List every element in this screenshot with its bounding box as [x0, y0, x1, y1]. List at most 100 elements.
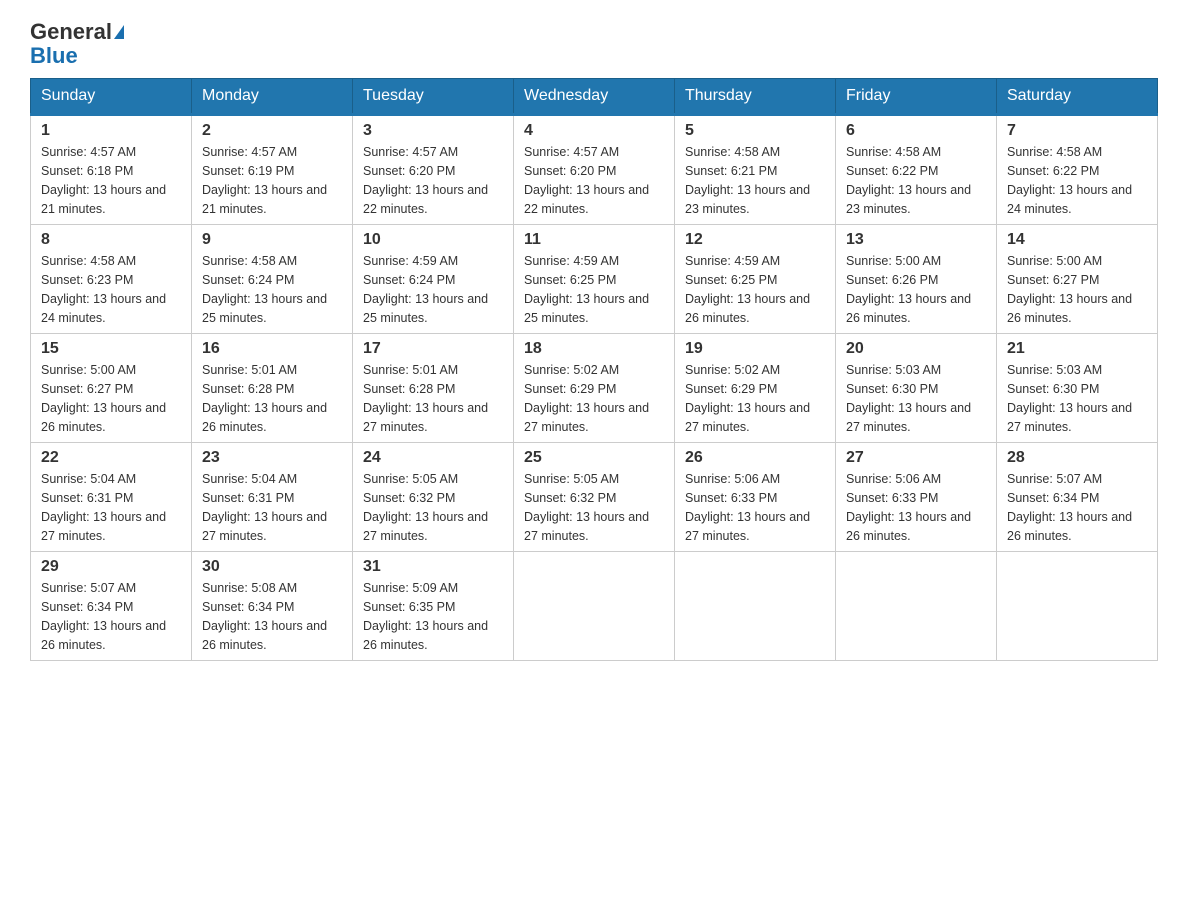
day-number: 24 [363, 449, 503, 467]
calendar-cell [836, 552, 997, 661]
day-number: 10 [363, 231, 503, 249]
day-info: Sunrise: 5:04 AMSunset: 6:31 PMDaylight:… [41, 472, 166, 542]
day-info: Sunrise: 5:00 AMSunset: 6:27 PMDaylight:… [1007, 254, 1132, 324]
day-info: Sunrise: 5:09 AMSunset: 6:35 PMDaylight:… [363, 581, 488, 651]
day-info: Sunrise: 5:04 AMSunset: 6:31 PMDaylight:… [202, 472, 327, 542]
calendar-cell [514, 552, 675, 661]
day-number: 31 [363, 558, 503, 576]
weekday-header-row: SundayMondayTuesdayWednesdayThursdayFrid… [31, 79, 1158, 115]
day-info: Sunrise: 5:03 AMSunset: 6:30 PMDaylight:… [846, 363, 971, 433]
day-number: 25 [524, 449, 664, 467]
calendar-table: SundayMondayTuesdayWednesdayThursdayFrid… [30, 78, 1158, 661]
day-number: 11 [524, 231, 664, 249]
day-info: Sunrise: 5:00 AMSunset: 6:27 PMDaylight:… [41, 363, 166, 433]
logo-blue-text: Blue [30, 43, 78, 68]
calendar-cell: 22 Sunrise: 5:04 AMSunset: 6:31 PMDayligh… [31, 443, 192, 552]
calendar-cell: 2 Sunrise: 4:57 AMSunset: 6:19 PMDaylight… [192, 115, 353, 225]
weekday-header-monday: Monday [192, 79, 353, 115]
day-info: Sunrise: 4:57 AMSunset: 6:20 PMDaylight:… [524, 145, 649, 215]
day-info: Sunrise: 4:58 AMSunset: 6:23 PMDaylight:… [41, 254, 166, 324]
day-number: 29 [41, 558, 181, 576]
calendar-week-row: 1Sunrise: 4:57 AMSunset: 6:18 PMDaylight… [31, 115, 1158, 225]
day-number: 12 [685, 231, 825, 249]
calendar-cell: 23 Sunrise: 5:04 AMSunset: 6:31 PMDayligh… [192, 443, 353, 552]
day-info: Sunrise: 5:08 AMSunset: 6:34 PMDaylight:… [202, 581, 327, 651]
calendar-cell: 29 Sunrise: 5:07 AMSunset: 6:34 PMDayligh… [31, 552, 192, 661]
day-info: Sunrise: 5:02 AMSunset: 6:29 PMDaylight:… [685, 363, 810, 433]
day-number: 18 [524, 340, 664, 358]
logo-general-text: General [30, 20, 112, 44]
day-info: Sunrise: 4:58 AMSunset: 6:24 PMDaylight:… [202, 254, 327, 324]
day-number: 17 [363, 340, 503, 358]
calendar-cell [997, 552, 1158, 661]
calendar-cell: 14Sunrise: 5:00 AMSunset: 6:27 PMDayligh… [997, 225, 1158, 334]
day-info: Sunrise: 4:59 AMSunset: 6:25 PMDaylight:… [685, 254, 810, 324]
day-info: Sunrise: 5:03 AMSunset: 6:30 PMDaylight:… [1007, 363, 1132, 433]
weekday-header-thursday: Thursday [675, 79, 836, 115]
day-info: Sunrise: 5:07 AMSunset: 6:34 PMDaylight:… [41, 581, 166, 651]
day-info: Sunrise: 5:01 AMSunset: 6:28 PMDaylight:… [363, 363, 488, 433]
day-info: Sunrise: 4:57 AMSunset: 6:18 PMDaylight:… [41, 145, 166, 215]
day-number: 26 [685, 449, 825, 467]
calendar-cell: 21 Sunrise: 5:03 AMSunset: 6:30 PMDayligh… [997, 334, 1158, 443]
weekday-header-friday: Friday [836, 79, 997, 115]
logo-triangle-icon [114, 25, 124, 39]
day-info: Sunrise: 4:59 AMSunset: 6:24 PMDaylight:… [363, 254, 488, 324]
day-number: 22 [41, 449, 181, 467]
calendar-cell: 26 Sunrise: 5:06 AMSunset: 6:33 PMDayligh… [675, 443, 836, 552]
calendar-cell: 16 Sunrise: 5:01 AMSunset: 6:28 PMDayligh… [192, 334, 353, 443]
day-info: Sunrise: 5:05 AMSunset: 6:32 PMDaylight:… [363, 472, 488, 542]
calendar-cell: 24 Sunrise: 5:05 AMSunset: 6:32 PMDayligh… [353, 443, 514, 552]
calendar-cell: 4 Sunrise: 4:57 AMSunset: 6:20 PMDaylight… [514, 115, 675, 225]
day-info: Sunrise: 4:58 AMSunset: 6:21 PMDaylight:… [685, 145, 810, 215]
calendar-cell: 7Sunrise: 4:58 AMSunset: 6:22 PMDaylight… [997, 115, 1158, 225]
calendar-cell: 8 Sunrise: 4:58 AMSunset: 6:23 PMDaylight… [31, 225, 192, 334]
weekday-header-saturday: Saturday [997, 79, 1158, 115]
day-number: 13 [846, 231, 986, 249]
calendar-week-row: 15 Sunrise: 5:00 AMSunset: 6:27 PMDayligh… [31, 334, 1158, 443]
day-number: 15 [41, 340, 181, 358]
calendar-cell: 27 Sunrise: 5:06 AMSunset: 6:33 PMDayligh… [836, 443, 997, 552]
calendar-cell: 11Sunrise: 4:59 AMSunset: 6:25 PMDayligh… [514, 225, 675, 334]
day-number: 20 [846, 340, 986, 358]
day-number: 6 [846, 122, 986, 140]
day-number: 3 [363, 122, 503, 140]
weekday-header-tuesday: Tuesday [353, 79, 514, 115]
day-number: 21 [1007, 340, 1147, 358]
weekday-header-wednesday: Wednesday [514, 79, 675, 115]
calendar-week-row: 29 Sunrise: 5:07 AMSunset: 6:34 PMDayligh… [31, 552, 1158, 661]
day-number: 27 [846, 449, 986, 467]
day-info: Sunrise: 4:57 AMSunset: 6:20 PMDaylight:… [363, 145, 488, 215]
day-number: 8 [41, 231, 181, 249]
day-number: 19 [685, 340, 825, 358]
day-number: 9 [202, 231, 342, 249]
logo: General Blue [30, 20, 124, 68]
day-number: 16 [202, 340, 342, 358]
day-info: Sunrise: 4:57 AMSunset: 6:19 PMDaylight:… [202, 145, 327, 215]
day-info: Sunrise: 5:06 AMSunset: 6:33 PMDaylight:… [685, 472, 810, 542]
calendar-week-row: 8 Sunrise: 4:58 AMSunset: 6:23 PMDaylight… [31, 225, 1158, 334]
calendar-cell: 17 Sunrise: 5:01 AMSunset: 6:28 PMDayligh… [353, 334, 514, 443]
calendar-cell: 19 Sunrise: 5:02 AMSunset: 6:29 PMDayligh… [675, 334, 836, 443]
day-info: Sunrise: 4:58 AMSunset: 6:22 PMDaylight:… [846, 145, 971, 215]
calendar-cell: 31 Sunrise: 5:09 AMSunset: 6:35 PMDayligh… [353, 552, 514, 661]
day-info: Sunrise: 5:02 AMSunset: 6:29 PMDaylight:… [524, 363, 649, 433]
calendar-cell: 9 Sunrise: 4:58 AMSunset: 6:24 PMDaylight… [192, 225, 353, 334]
day-number: 30 [202, 558, 342, 576]
calendar-cell: 28Sunrise: 5:07 AMSunset: 6:34 PMDayligh… [997, 443, 1158, 552]
day-number: 23 [202, 449, 342, 467]
day-number: 4 [524, 122, 664, 140]
page-header: General Blue [30, 20, 1158, 68]
weekday-header-sunday: Sunday [31, 79, 192, 115]
day-number: 28 [1007, 449, 1147, 467]
day-info: Sunrise: 5:00 AMSunset: 6:26 PMDaylight:… [846, 254, 971, 324]
day-info: Sunrise: 5:05 AMSunset: 6:32 PMDaylight:… [524, 472, 649, 542]
calendar-cell: 12 Sunrise: 4:59 AMSunset: 6:25 PMDayligh… [675, 225, 836, 334]
calendar-cell: 5Sunrise: 4:58 AMSunset: 6:21 PMDaylight… [675, 115, 836, 225]
calendar-cell [675, 552, 836, 661]
calendar-cell: 6 Sunrise: 4:58 AMSunset: 6:22 PMDaylight… [836, 115, 997, 225]
day-info: Sunrise: 5:06 AMSunset: 6:33 PMDaylight:… [846, 472, 971, 542]
calendar-cell: 18 Sunrise: 5:02 AMSunset: 6:29 PMDayligh… [514, 334, 675, 443]
day-info: Sunrise: 5:01 AMSunset: 6:28 PMDaylight:… [202, 363, 327, 433]
day-number: 2 [202, 122, 342, 140]
